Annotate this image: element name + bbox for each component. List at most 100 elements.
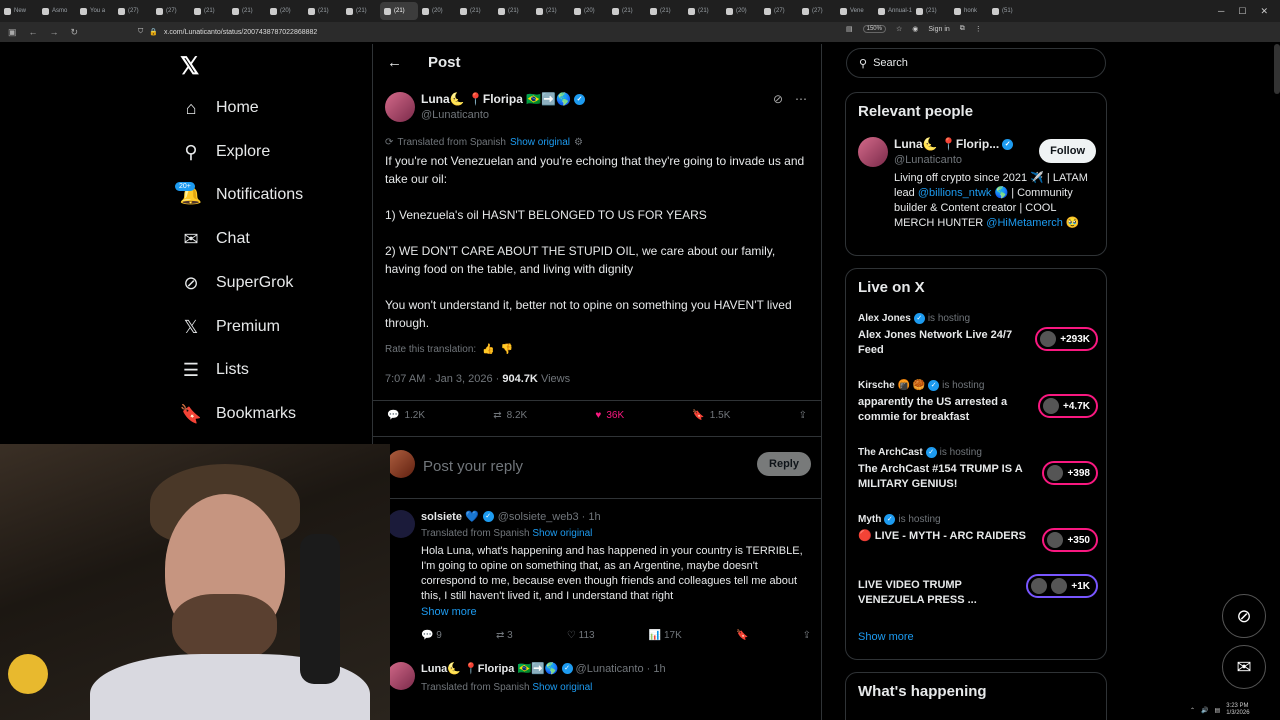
show-more-link[interactable]: Show more xyxy=(421,606,477,618)
comment-handle[interactable]: @Lunaticanto · 1h xyxy=(576,663,666,675)
relevant-handle[interactable]: @Lunaticanto xyxy=(894,154,962,166)
settings-icon[interactable]: ⚙ xyxy=(574,137,583,148)
sidebar-item-bookmarks[interactable]: 🔖 Bookmarks xyxy=(180,403,296,425)
back-icon[interactable]: ← xyxy=(29,27,38,38)
browser-tab[interactable]: (21) xyxy=(646,2,684,20)
extensions-icon[interactable]: ⧉ xyxy=(960,25,965,33)
browser-tab[interactable]: (20) xyxy=(722,2,760,20)
thumbs-up-icon[interactable]: 👍 xyxy=(482,344,494,355)
browser-tab[interactable]: (21) xyxy=(608,2,646,20)
maximize-icon[interactable]: ☐ xyxy=(1238,6,1246,17)
close-icon[interactable]: ✕ xyxy=(1260,6,1268,17)
share-action[interactable]: ⇪ xyxy=(799,410,807,421)
repost-action[interactable]: ⇄ 3 xyxy=(496,630,513,641)
grok-fab-button[interactable]: ⊘ xyxy=(1222,594,1266,638)
browser-tab[interactable]: New xyxy=(0,2,38,20)
volume-icon[interactable]: 🔊 xyxy=(1201,707,1208,714)
reader-icon[interactable]: ▤ xyxy=(846,25,853,33)
avatar[interactable] xyxy=(385,92,415,122)
views-action[interactable]: 📊 17K xyxy=(649,630,682,641)
account-icon[interactable]: ◉ xyxy=(912,25,918,33)
search-input[interactable]: ⚲ Search xyxy=(846,48,1106,78)
follow-button[interactable]: Follow xyxy=(1039,139,1096,163)
x-logo[interactable]: 𝕏 xyxy=(180,52,199,81)
clock[interactable]: 3:23 PM 1/3/2026 xyxy=(1226,703,1249,717)
show-original-link[interactable]: Show original xyxy=(532,528,592,539)
live-item[interactable]: The ArchCast ✓ is hosting The ArchCast #15… xyxy=(858,447,1098,492)
browser-tab[interactable]: (21) xyxy=(342,2,380,20)
relevant-name[interactable]: Luna🌜 📍Florip... ✓ xyxy=(894,137,1014,151)
sidebar-item-notifications[interactable]: 🔔 Notifications xyxy=(180,184,303,206)
listener-pill[interactable]: +4.7K xyxy=(1038,394,1098,418)
browser-tab[interactable]: Vene xyxy=(836,2,874,20)
reply-action[interactable]: 💬 1.2K xyxy=(387,410,425,421)
browser-tab[interactable]: Asmo xyxy=(38,2,76,20)
browser-tab[interactable]: (21) xyxy=(304,2,342,20)
browser-tab[interactable]: (21) xyxy=(684,2,722,20)
show-original-link[interactable]: Show original xyxy=(532,682,592,693)
listener-pill[interactable]: +1K xyxy=(1026,574,1098,598)
reply-button[interactable]: Reply xyxy=(757,452,811,476)
sidebar-item-explore[interactable]: ⚲ Explore xyxy=(180,141,270,163)
more-icon[interactable]: ⋯ xyxy=(795,92,807,106)
thumbs-down-icon[interactable]: 👎 xyxy=(501,344,513,355)
sidebar-item-premium[interactable]: 𝕏 Premium xyxy=(180,316,280,338)
author-name[interactable]: Luna🌜 📍Floripa 🇧🇷➡️🌎 ✓ xyxy=(421,92,586,106)
browser-tab[interactable]: (21) xyxy=(494,2,532,20)
browser-tab[interactable]: honk xyxy=(950,2,988,20)
reply-input[interactable]: Post your reply xyxy=(423,458,523,475)
browser-tab[interactable]: (20) xyxy=(570,2,608,20)
like-action[interactable]: ♥ 36K xyxy=(595,410,624,421)
scrollbar[interactable] xyxy=(1274,44,1280,94)
comment-handle[interactable]: @solsiete_web3 · 1h xyxy=(498,511,601,523)
author-handle[interactable]: @Lunaticanto xyxy=(421,109,489,121)
chevron-up-icon[interactable]: ⌃ xyxy=(1190,707,1195,714)
browser-tab[interactable]: You a xyxy=(76,2,114,20)
live-item[interactable]: Alex Jones ✓ is hosting Alex Jones Network… xyxy=(858,313,1098,358)
browser-tab[interactable]: (27) xyxy=(798,2,836,20)
back-arrow-icon[interactable]: ← xyxy=(387,54,402,71)
sidebar-item-chat[interactable]: ✉ Chat xyxy=(180,228,249,250)
bookmark-action[interactable]: 🔖 1.5K xyxy=(692,410,730,421)
avatar[interactable] xyxy=(387,662,415,690)
messages-fab-button[interactable]: ✉ xyxy=(1222,645,1266,689)
browser-tab[interactable]: (27) xyxy=(760,2,798,20)
browser-tab[interactable]: Annual-1 xyxy=(874,2,912,20)
browser-tab[interactable]: (21) xyxy=(228,2,266,20)
bio-link[interactable]: @billions_ntwk xyxy=(918,187,992,199)
star-icon[interactable]: ☆ xyxy=(896,25,902,33)
sidebar-toggle-icon[interactable]: ▣ xyxy=(8,27,17,38)
browser-tab[interactable]: (20) xyxy=(418,2,456,20)
minimize-icon[interactable]: ─ xyxy=(1218,6,1224,16)
zoom-level[interactable]: 150% xyxy=(862,25,886,33)
reload-icon[interactable]: ↻ xyxy=(71,27,79,38)
bio-link[interactable]: @HiMetamerch xyxy=(986,217,1063,229)
bookmark-icon[interactable]: 🔖 xyxy=(736,630,748,641)
live-item[interactable]: Kirsche 🍘 🥮 ✓ is hosting apparently the US… xyxy=(858,380,1098,425)
reply-action[interactable]: 💬 9 xyxy=(421,630,442,641)
sidebar-item-home[interactable]: ⌂ Home xyxy=(180,97,259,119)
live-item[interactable]: LIVE VIDEO TRUMP VENEZUELA PRESS ... +1K xyxy=(858,574,1098,608)
sign-in-button[interactable]: Sign in xyxy=(928,26,949,33)
live-item[interactable]: Myth ✓ is hosting 🔴 LIVE - MYTH - ARC RAID… xyxy=(858,514,1098,552)
share-icon[interactable]: ⇪ xyxy=(803,630,811,641)
browser-tab[interactable]: (21) xyxy=(912,2,950,20)
avatar[interactable] xyxy=(387,510,415,538)
post-time[interactable]: 7:07 AM · Jan 3, 2026 · xyxy=(385,373,502,385)
grok-icon[interactable]: ⊘ xyxy=(773,92,783,106)
show-more-link[interactable]: Show more xyxy=(858,631,914,643)
menu-icon[interactable]: ⋮ xyxy=(975,25,982,33)
sidebar-item-lists[interactable]: ☰ Lists xyxy=(180,359,249,381)
listener-pill[interactable]: +398 xyxy=(1042,461,1098,485)
browser-tab[interactable]: (51) xyxy=(988,2,1026,20)
repost-action[interactable]: ⇄ 8.2K xyxy=(493,410,527,421)
browser-tab[interactable]: (27) xyxy=(152,2,190,20)
sidebar-item-supergrok[interactable]: ⊘ SuperGrok xyxy=(180,272,293,294)
browser-tab[interactable]: (21) xyxy=(380,2,418,20)
forward-icon[interactable]: → xyxy=(50,27,59,38)
avatar[interactable] xyxy=(858,137,888,167)
browser-tab[interactable]: (21) xyxy=(456,2,494,20)
browser-tab[interactable]: (21) xyxy=(532,2,570,20)
show-original-link[interactable]: Show original xyxy=(510,137,570,148)
comment-author[interactable]: solsiete 💙 xyxy=(421,510,479,523)
